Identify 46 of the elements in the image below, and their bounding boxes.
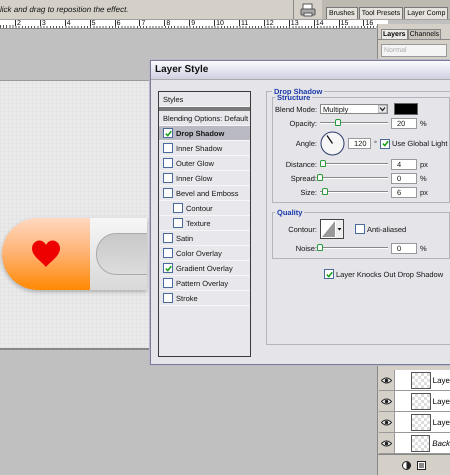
- checkbox[interactable]: [380, 138, 390, 148]
- checkbox[interactable]: [355, 224, 365, 234]
- layer-thumbnail: [410, 392, 431, 410]
- slider-track[interactable]: [320, 119, 388, 127]
- layer-name[interactable]: Back: [432, 438, 450, 448]
- slider-thumb[interactable]: [320, 160, 326, 167]
- slider-track[interactable]: [320, 160, 388, 168]
- printer-icon[interactable]: [300, 2, 316, 16]
- layer-name[interactable]: Laye: [432, 376, 450, 384]
- checkbox[interactable]: [163, 143, 173, 153]
- checkbox[interactable]: [163, 278, 173, 288]
- checkbox[interactable]: [163, 293, 173, 303]
- layer-thumbnail: [410, 434, 430, 452]
- checkbox[interactable]: [163, 158, 173, 168]
- adjustment-layer-icon[interactable]: [402, 460, 411, 470]
- contour-picker[interactable]: [320, 219, 344, 239]
- checkbox[interactable]: [163, 233, 173, 243]
- eye-icon[interactable]: [380, 398, 392, 404]
- checkbox[interactable]: [163, 128, 173, 138]
- slider-thumb[interactable]: [322, 188, 328, 195]
- slider-thumb[interactable]: [317, 174, 323, 181]
- eye-icon[interactable]: [380, 440, 392, 446]
- checkbox[interactable]: [163, 248, 173, 258]
- hint-text: lick and drag to reposition the effect.: [0, 5, 130, 14]
- caret-icon[interactable]: [336, 220, 343, 238]
- slider-track[interactable]: [320, 174, 388, 182]
- layer-thumbnail: [410, 414, 431, 430]
- checkbox[interactable]: [173, 218, 183, 228]
- caret-icon[interactable]: [378, 105, 387, 113]
- angle-dial[interactable]: [320, 131, 345, 156]
- checkbox[interactable]: [163, 188, 173, 198]
- color-swatch[interactable]: [394, 103, 418, 115]
- dialog-title: Layer Style: [151, 61, 450, 80]
- layer-name[interactable]: Laye: [432, 396, 450, 406]
- checkbox[interactable]: [163, 263, 173, 273]
- eye-icon[interactable]: [380, 376, 392, 384]
- checkbox[interactable]: [324, 269, 334, 279]
- layer-name[interactable]: Laye: [432, 418, 450, 426]
- slider-track[interactable]: [320, 188, 388, 196]
- checkbox[interactable]: [163, 173, 173, 183]
- eye-icon[interactable]: [380, 418, 392, 426]
- slider-track[interactable]: [320, 244, 388, 252]
- slider-thumb[interactable]: [317, 244, 323, 251]
- new-layer-icon[interactable]: [417, 460, 426, 470]
- slider-thumb[interactable]: [335, 119, 342, 126]
- checkbox[interactable]: [173, 203, 183, 213]
